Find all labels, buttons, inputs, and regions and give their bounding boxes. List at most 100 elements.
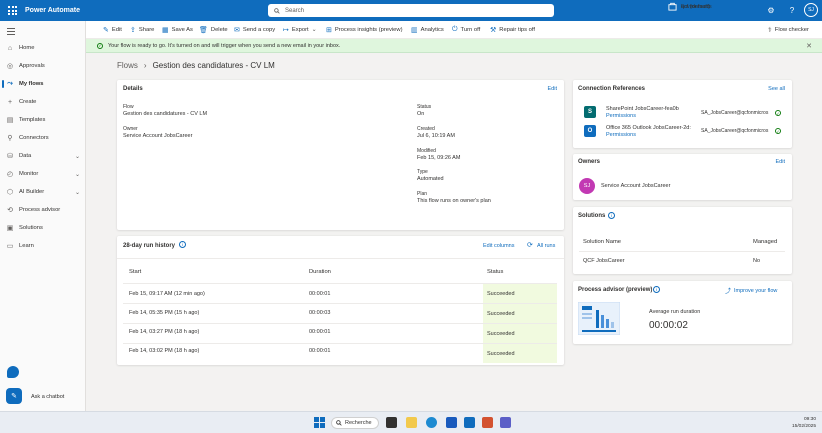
run-status: Succeeded bbox=[483, 324, 557, 343]
help-icon[interactable]: ? bbox=[786, 4, 798, 16]
plus-icon: + bbox=[7, 98, 13, 106]
process-advisor-card: Process advisor (preview) i ⤴ Improve yo… bbox=[573, 281, 792, 344]
edit-columns-link[interactable]: Edit columns bbox=[483, 243, 515, 249]
run-start: Feb 14, 03:27 PM (18 h ago) bbox=[129, 329, 200, 335]
sidebar-item-monitor[interactable]: ◴ Monitor ⌄ bbox=[0, 167, 86, 181]
improve-flow-link[interactable]: Improve your flow bbox=[734, 288, 777, 294]
sidebar: ⌂ Home ◎ Approvals ⤳ My flows + Create ▤ Temp… bbox=[0, 21, 86, 411]
type-value: Automated bbox=[417, 176, 444, 182]
breadcrumb-flows-link[interactable]: Flows bbox=[117, 61, 138, 70]
chevron-right-icon: › bbox=[143, 61, 147, 70]
save-as-button[interactable]: ▦ Save As bbox=[162, 26, 193, 34]
average-run-duration-value: 00:00:02 bbox=[649, 320, 688, 331]
column-header-duration[interactable]: Duration bbox=[309, 269, 331, 275]
all-runs-link[interactable]: All runs bbox=[537, 243, 555, 249]
repair-tips-button[interactable]: ⚒ Repair tips off bbox=[490, 26, 535, 34]
column-header-start[interactable]: Start bbox=[129, 269, 141, 275]
info-icon[interactable]: i bbox=[179, 241, 186, 248]
sidebar-item-templates[interactable]: ▤ Templates bbox=[0, 113, 86, 127]
sidebar-item-learn[interactable]: ▭ Learn bbox=[0, 239, 86, 253]
analytics-button[interactable]: ▥ Analytics bbox=[411, 26, 444, 34]
task-view-icon[interactable] bbox=[386, 417, 397, 428]
outlook-taskbar-icon[interactable] bbox=[464, 417, 475, 428]
search-icon bbox=[336, 420, 342, 426]
learn-icon: ▭ bbox=[6, 243, 14, 250]
sidebar-item-process-advisor[interactable]: ⟲ Process advisor bbox=[0, 203, 86, 217]
owners-title: Owners bbox=[578, 159, 601, 165]
chat-icon: ✎ bbox=[11, 393, 17, 400]
connected-check-icon: ✓ bbox=[775, 110, 781, 116]
flow-checker-button[interactable]: ⚕ Flow checker bbox=[768, 26, 809, 34]
powerpoint-icon[interactable] bbox=[482, 417, 493, 428]
chevron-down-icon: ⌄ bbox=[74, 153, 80, 160]
sharepoint-icon: S bbox=[584, 106, 596, 118]
share-icon: ⇪ bbox=[130, 27, 136, 34]
owner-avatar: SJ bbox=[579, 178, 595, 194]
solutions-card: Solutions i Solution Name Managed QCF Jo… bbox=[573, 207, 792, 274]
connection-name: Office 365 Outlook JobsCareer-2d: bbox=[606, 125, 691, 131]
data-icon: ⛁ bbox=[7, 153, 13, 160]
sidebar-item-data[interactable]: ⛁ Data ⌄ bbox=[0, 149, 86, 163]
stethoscope-icon: ⚕ bbox=[768, 27, 772, 34]
word-icon[interactable] bbox=[446, 417, 457, 428]
turn-off-button[interactable]: ⏻ Turn off bbox=[452, 26, 480, 34]
export-button[interactable]: ↦ Export ⌄ bbox=[283, 26, 317, 34]
environment-picker[interactable]: Environments qcf (default) bbox=[668, 2, 712, 11]
column-header-solution-name[interactable]: Solution Name bbox=[583, 239, 621, 245]
owners-edit-link[interactable]: Edit bbox=[776, 159, 785, 165]
run-start: Feb 15, 09:17 AM (12 min ago) bbox=[129, 291, 205, 297]
file-explorer-icon[interactable] bbox=[406, 417, 417, 428]
banner-text: Your flow is ready to go. It's turned on… bbox=[108, 42, 341, 49]
hamburger-menu-icon[interactable] bbox=[7, 28, 15, 37]
column-header-status[interactable]: Status bbox=[487, 269, 503, 275]
user-avatar[interactable]: SJ bbox=[804, 3, 818, 17]
chatbot-bubble-icon[interactable] bbox=[7, 366, 19, 378]
created-label: Created bbox=[417, 126, 435, 132]
environment-label: Environments bbox=[681, 3, 712, 10]
sidebar-item-solutions[interactable]: ▣ Solutions bbox=[0, 221, 86, 235]
sidebar-item-connectors[interactable]: ⚲ Connectors bbox=[0, 131, 86, 145]
permissions-link[interactable]: Permissions bbox=[606, 132, 636, 138]
app-title[interactable]: Power Automate bbox=[25, 7, 80, 14]
send-copy-button[interactable]: ✉ Send a copy bbox=[234, 26, 275, 34]
run-history-title: 28-day run history bbox=[123, 243, 176, 249]
sidebar-item-approvals[interactable]: ◎ Approvals bbox=[0, 59, 86, 73]
system-clock[interactable]: 09:30 15/02/2025 bbox=[792, 416, 816, 430]
environment-icon bbox=[668, 2, 677, 11]
delete-button[interactable]: 🗑 Delete bbox=[199, 26, 228, 34]
sidebar-item-create[interactable]: + Create bbox=[0, 95, 86, 109]
refresh-icon: ⟳ bbox=[527, 242, 533, 249]
info-icon[interactable]: i bbox=[653, 286, 660, 293]
solutions-title: Solutions bbox=[578, 213, 606, 219]
flow-value: Gestion des candidatures - CV LM bbox=[123, 111, 208, 117]
app-launcher-icon[interactable] bbox=[8, 6, 17, 15]
info-icon[interactable]: i bbox=[608, 212, 615, 219]
sidebar-item-ai-builder[interactable]: ⬡ AI Builder ⌄ bbox=[0, 185, 86, 199]
flows-icon: ⤳ bbox=[7, 80, 13, 87]
permissions-link[interactable]: Permissions bbox=[606, 113, 636, 119]
checkmark-icon: ✓ bbox=[97, 42, 103, 49]
close-icon[interactable]: ✕ bbox=[806, 42, 812, 50]
sidebar-item-home[interactable]: ⌂ Home bbox=[0, 41, 86, 55]
windows-taskbar: Recherche 09:30 15/02/2025 bbox=[0, 411, 822, 433]
edit-button[interactable]: ✎ Edit bbox=[103, 26, 122, 34]
clock-date: 15/02/2025 bbox=[791, 424, 816, 429]
share-button[interactable]: ⇪ Share bbox=[130, 26, 154, 34]
windows-start-icon[interactable] bbox=[314, 417, 325, 428]
teams-icon[interactable] bbox=[500, 417, 511, 428]
chatbot-label[interactable]: Ask a chatbot bbox=[31, 394, 64, 400]
process-insights-button[interactable]: ⊞ Process insights (preview) bbox=[326, 26, 403, 34]
chatbot-button[interactable]: ✎ bbox=[6, 388, 22, 404]
column-header-managed[interactable]: Managed bbox=[753, 239, 777, 245]
edge-browser-icon[interactable] bbox=[426, 417, 437, 428]
analytics-icon: ▥ bbox=[411, 27, 418, 34]
settings-icon[interactable]: ⚙ bbox=[765, 4, 777, 16]
search-icon bbox=[274, 7, 280, 14]
pencil-icon: ✎ bbox=[103, 27, 109, 34]
see-all-link[interactable]: See all bbox=[768, 86, 785, 92]
chevron-down-icon: ⌄ bbox=[74, 189, 80, 196]
sidebar-item-my-flows[interactable]: ⤳ My flows bbox=[0, 77, 86, 91]
details-edit-link[interactable]: Edit bbox=[548, 86, 557, 92]
search-box[interactable]: Search bbox=[268, 4, 554, 17]
taskbar-search[interactable]: Recherche bbox=[331, 417, 379, 429]
